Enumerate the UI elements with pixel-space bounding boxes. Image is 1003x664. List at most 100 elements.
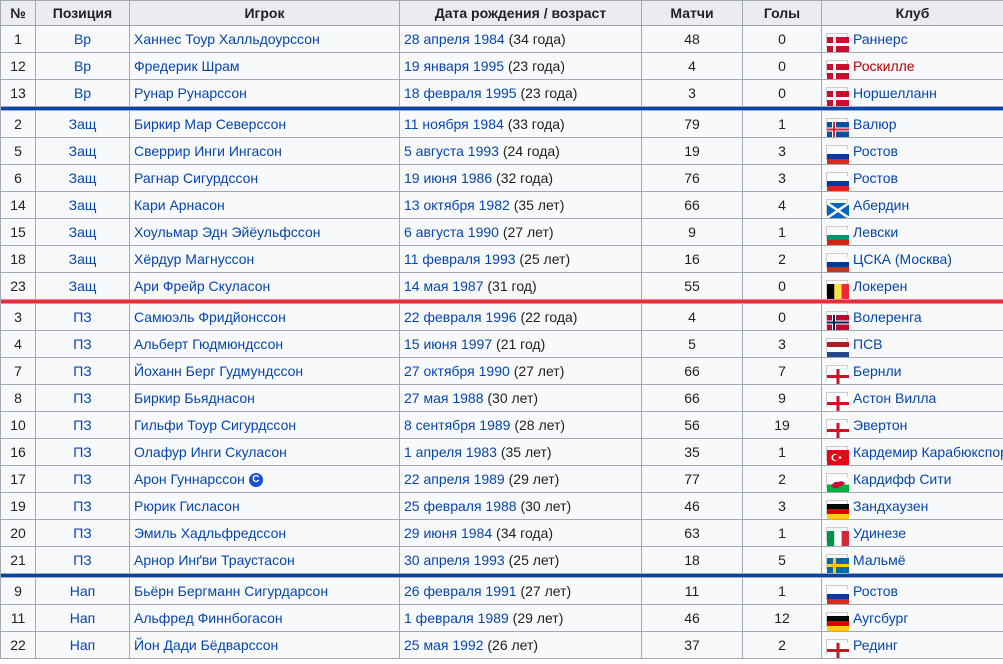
col-header-dob[interactable]: Дата рождения / возраст: [399, 0, 642, 26]
col-header-club[interactable]: Клуб: [821, 0, 1003, 26]
birth-date-link[interactable]: 27 мая 1988: [404, 390, 484, 406]
caps-cell: 63: [641, 519, 743, 547]
club-link[interactable]: Раннерс: [853, 31, 908, 47]
player-name-link[interactable]: Йоханн Берг Гудмундссон: [134, 363, 303, 379]
player-name-link[interactable]: Альфред Финнбогасон: [134, 610, 283, 626]
position-link[interactable]: Защ: [69, 197, 97, 213]
club-link[interactable]: Ростов: [853, 170, 898, 186]
club-link[interactable]: Астон Вилла: [853, 390, 936, 406]
position-link[interactable]: Защ: [69, 251, 97, 267]
position-link[interactable]: ПЗ: [73, 417, 92, 433]
birth-date-link[interactable]: 28 апреля 1984: [404, 31, 505, 47]
player-name-link[interactable]: Биркир Бьяднасон: [134, 390, 255, 406]
col-header-num[interactable]: №: [0, 0, 36, 26]
player-name-link[interactable]: Арон Гуннарссон: [134, 471, 245, 487]
position-link[interactable]: ПЗ: [73, 390, 92, 406]
club-link[interactable]: Норшелланн: [853, 85, 937, 101]
club-link[interactable]: Ростов: [853, 143, 898, 159]
position-link[interactable]: Вр: [74, 85, 91, 101]
col-header-player[interactable]: Игрок: [129, 0, 400, 26]
player-name-link[interactable]: Олафур Инги Скуласон: [134, 444, 287, 460]
birth-date-link[interactable]: 1 февраля 1989: [404, 610, 509, 626]
birth-date-link[interactable]: 11 ноября 1984: [404, 116, 504, 132]
col-header-goals[interactable]: Голы: [742, 0, 822, 26]
position-link[interactable]: ПЗ: [73, 525, 92, 541]
position-link[interactable]: Нап: [70, 583, 95, 599]
player-name-link[interactable]: Ханнес Тоур Халльдоурссон: [134, 31, 320, 47]
player-name-link[interactable]: Хёрдур Магнуссон: [134, 251, 254, 267]
player-name-link[interactable]: Рунар Рунарссон: [134, 85, 247, 101]
position-link[interactable]: Нап: [70, 637, 95, 653]
club-link[interactable]: Зандхаузен: [853, 498, 928, 514]
club-link[interactable]: ПСВ: [853, 336, 883, 352]
col-header-position[interactable]: Позиция: [35, 0, 130, 26]
col-header-caps[interactable]: Матчи: [641, 0, 743, 26]
player-name-link[interactable]: Биркир Мар Северссон: [134, 116, 286, 132]
club-link[interactable]: Роскилле: [853, 58, 915, 74]
position-link[interactable]: ПЗ: [73, 309, 92, 325]
birth-date-link[interactable]: 14 мая 1987: [404, 278, 484, 294]
player-name-link[interactable]: Фредерик Шрам: [134, 58, 240, 74]
position-link[interactable]: ПЗ: [73, 498, 92, 514]
birth-date-link[interactable]: 1 апреля 1983: [404, 444, 497, 460]
birth-date-link[interactable]: 15 июня 1997: [404, 336, 492, 352]
club-link[interactable]: Левски: [853, 224, 898, 240]
club-link[interactable]: Бернли: [853, 363, 901, 379]
position-link[interactable]: Защ: [69, 116, 97, 132]
player-name-link[interactable]: Гильфи Тоур Сигурдссон: [134, 417, 296, 433]
player-name-link[interactable]: Рюрик Гисласон: [134, 498, 240, 514]
position-link[interactable]: ПЗ: [73, 444, 92, 460]
club-link[interactable]: Мальмё: [853, 552, 905, 568]
position-link[interactable]: ПЗ: [73, 363, 92, 379]
club-link[interactable]: ЦСКА (Москва): [853, 251, 952, 267]
birth-date-link[interactable]: 27 октября 1990: [404, 363, 510, 379]
position-link[interactable]: ПЗ: [73, 336, 92, 352]
birth-date-link[interactable]: 25 мая 1992: [404, 637, 484, 653]
club-link[interactable]: Ростов: [853, 583, 898, 599]
club-link[interactable]: Эвертон: [853, 417, 907, 433]
position-link[interactable]: ПЗ: [73, 471, 92, 487]
birth-date-link[interactable]: 19 июня 1986: [404, 170, 492, 186]
club-link[interactable]: Кардифф Сити: [853, 471, 952, 487]
player-name-link[interactable]: Арнор Инґви Траустасон: [134, 552, 295, 568]
club-link[interactable]: Абердин: [853, 197, 909, 213]
player-name-link[interactable]: Бьёрн Бергманн Сигурдарсон: [134, 583, 328, 599]
position-link[interactable]: ПЗ: [73, 552, 92, 568]
player-name-link[interactable]: Альберт Гюдмюндссон: [134, 336, 283, 352]
club-link[interactable]: Удинезе: [853, 525, 906, 541]
player-name-link[interactable]: Сверрир Инги Ингасон: [134, 143, 282, 159]
club-link[interactable]: Волеренга: [853, 309, 922, 325]
birth-date-link[interactable]: 11 февраля 1993: [404, 251, 516, 267]
birth-date-link[interactable]: 25 февраля 1988: [404, 498, 517, 514]
position-link[interactable]: Нап: [70, 610, 95, 626]
club-link[interactable]: Рединг: [853, 637, 898, 653]
birth-date-link[interactable]: 6 августа 1990: [404, 224, 499, 240]
player-name-link[interactable]: Самюэль Фридйонссон: [134, 309, 286, 325]
birth-date-link[interactable]: 29 июня 1984: [404, 525, 492, 541]
position-link[interactable]: Защ: [69, 278, 97, 294]
birth-date-link[interactable]: 13 октября 1982: [404, 197, 510, 213]
birth-date-link[interactable]: 30 апреля 1993: [404, 552, 505, 568]
birth-date-link[interactable]: 8 сентября 1989: [404, 417, 510, 433]
player-name-link[interactable]: Кари Арнасон: [134, 197, 225, 213]
birth-date-link[interactable]: 22 февраля 1996: [404, 309, 517, 325]
birth-date-link[interactable]: 26 февраля 1991: [404, 583, 517, 599]
position-link[interactable]: Вр: [74, 58, 91, 74]
position-link[interactable]: Защ: [69, 170, 97, 186]
club-link[interactable]: Аугсбург: [853, 610, 908, 626]
player-name-link[interactable]: Йон Дади Бёдварссон: [134, 637, 278, 653]
player-name-link[interactable]: Эмиль Хадльфредссон: [134, 525, 286, 541]
player-name-link[interactable]: Хоульмар Эдн Эйёульфссон: [134, 224, 320, 240]
birth-date-link[interactable]: 19 января 1995: [404, 58, 504, 74]
player-name-link[interactable]: Рагнар Сигурдссон: [134, 170, 258, 186]
birth-date-link[interactable]: 22 апреля 1989: [404, 471, 505, 487]
position-link[interactable]: Защ: [69, 143, 97, 159]
birth-date-link[interactable]: 18 февраля 1995: [404, 85, 517, 101]
birth-date-link[interactable]: 5 августа 1993: [404, 143, 499, 159]
club-link[interactable]: Кардемир Карабюкспор: [853, 444, 1003, 460]
position-link[interactable]: Защ: [69, 224, 97, 240]
player-name-link[interactable]: Ари Фрейр Скуласон: [134, 278, 270, 294]
position-link[interactable]: Вр: [74, 31, 91, 47]
club-link[interactable]: Валюр: [853, 116, 897, 132]
club-link[interactable]: Локерен: [853, 278, 907, 294]
